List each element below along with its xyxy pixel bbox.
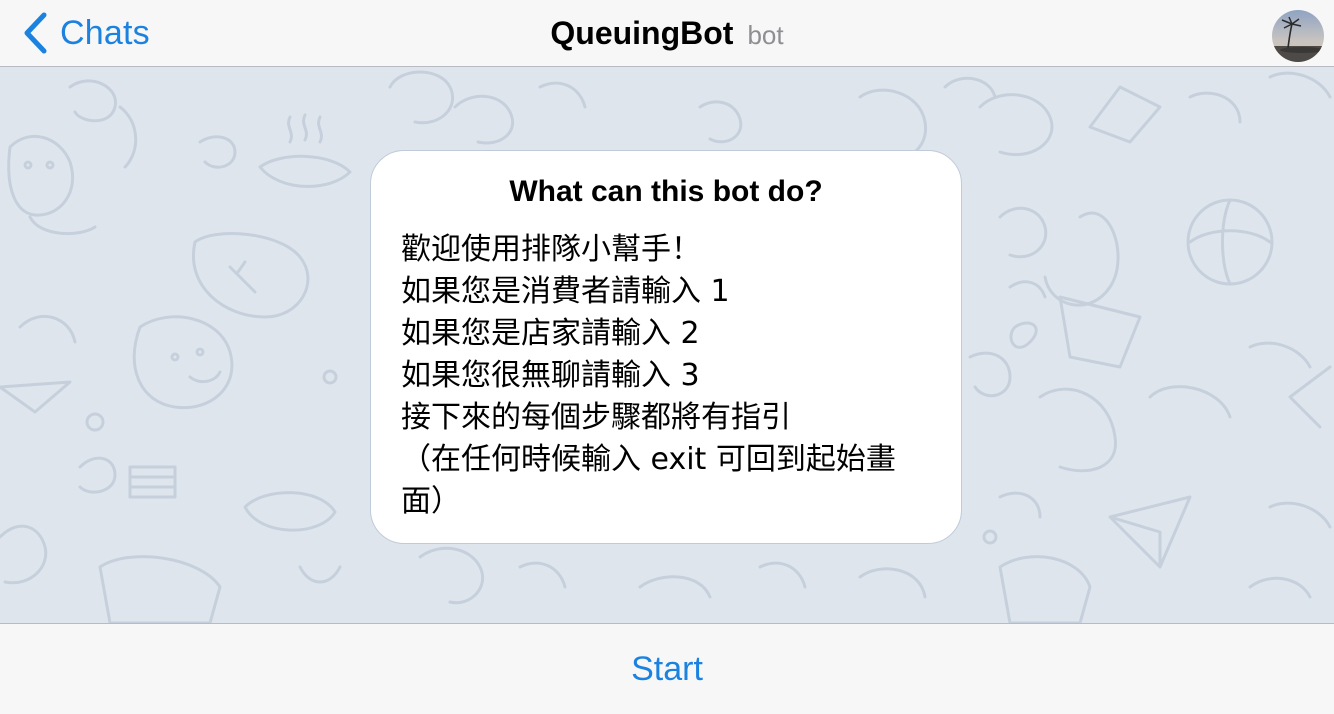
bot-info-title: What can this bot do? bbox=[509, 175, 823, 208]
chat-subtitle: bot bbox=[747, 19, 784, 50]
chevron-left-icon bbox=[22, 12, 48, 54]
start-button[interactable]: Start bbox=[601, 640, 733, 699]
avatar[interactable] bbox=[1272, 10, 1324, 62]
chat-area: What can this bot do? 歡迎使用排隊小幫手！ 如果您是消費者… bbox=[0, 67, 1334, 623]
bot-info-line: 如果您很無聊請輸入 3 bbox=[401, 358, 700, 393]
bot-info-line: 歡迎使用排隊小幫手！ bbox=[401, 232, 701, 267]
bot-info-bubble: What can this bot do? 歡迎使用排隊小幫手！ 如果您是消費者… bbox=[370, 150, 962, 544]
bot-info-line: 面） bbox=[401, 484, 461, 519]
back-button-label: Chats bbox=[60, 13, 150, 52]
back-button[interactable]: Chats bbox=[22, 10, 150, 56]
chat-header: QueuingBot bot bbox=[0, 0, 1334, 66]
bottom-bar: Start bbox=[0, 623, 1334, 714]
bot-info-description: 歡迎使用排隊小幫手！ 如果您是消費者請輸入 1 如果您是店家請輸入 2 如果您很… bbox=[401, 229, 941, 523]
chat-title: QueuingBot bbox=[550, 14, 734, 51]
bot-info-line: 如果您是消費者請輸入 1 bbox=[401, 274, 730, 309]
beach-palm-avatar-icon bbox=[1272, 10, 1324, 62]
bot-info-line: 如果您是店家請輸入 2 bbox=[401, 316, 700, 351]
bot-info-line: （在任何時候輸入 exit 可回到起始畫 bbox=[401, 442, 896, 477]
nav-bar: Chats QueuingBot bot bbox=[0, 0, 1334, 67]
bot-info-line: 接下來的每個步驟都將有指引 bbox=[401, 400, 791, 435]
